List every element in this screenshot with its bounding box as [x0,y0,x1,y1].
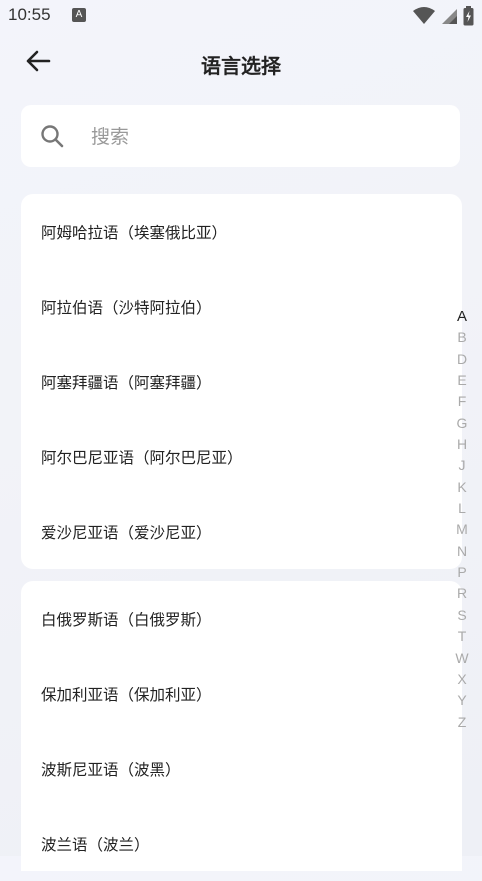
index-letter-k[interactable]: K [457,477,466,498]
language-item[interactable]: 阿姆哈拉语（埃塞俄比亚） [21,194,462,269]
language-group-b: 白俄罗斯语（白俄罗斯） 保加利亚语（保加利亚） 波斯尼亚语（波黑） 波兰语（波兰… [21,581,462,871]
language-item[interactable]: 保加利亚语（保加利亚） [21,656,462,731]
language-item[interactable]: 阿塞拜疆语（阿塞拜疆） [21,344,462,419]
index-letter-t[interactable]: T [458,626,467,647]
language-item[interactable]: 阿尔巴尼亚语（阿尔巴尼亚） [21,419,462,494]
status-time: 10:55 [8,5,51,24]
wifi-icon [413,7,435,25]
status-bar: 10:55 A [0,0,482,32]
index-letter-w[interactable]: W [455,648,468,669]
index-letter-g[interactable]: G [457,413,468,434]
index-letter-l[interactable]: L [458,498,466,519]
index-letter-b[interactable]: B [457,327,466,348]
search-box[interactable] [21,105,460,167]
index-letter-n[interactable]: N [457,541,467,562]
index-letter-a[interactable]: A [457,306,467,327]
system-icons [413,6,474,26]
index-letter-m[interactable]: M [456,519,468,540]
language-item[interactable]: 白俄罗斯语（白俄罗斯） [21,581,462,656]
alphabet-index: ABDEFGHJKLMNPRSTWXYZ [450,306,474,733]
language-group-a: 阿姆哈拉语（埃塞俄比亚） 阿拉伯语（沙特阿拉伯） 阿塞拜疆语（阿塞拜疆） 阿尔巴… [21,194,462,569]
search-input[interactable] [89,120,433,154]
language-item[interactable]: 爱沙尼亚语（爱沙尼亚） [21,494,462,569]
language-item[interactable]: 波斯尼亚语（波黑） [21,731,462,806]
index-letter-s[interactable]: S [457,605,466,626]
header: 语言选择 [0,40,482,86]
index-letter-x[interactable]: X [457,669,466,690]
battery-icon [463,6,474,26]
notification-icon: A [72,8,86,22]
index-letter-e[interactable]: E [457,370,466,391]
language-item[interactable]: 阿拉伯语（沙特阿拉伯） [21,269,462,344]
page-title: 语言选择 [201,54,281,78]
search-icon [40,124,66,154]
index-letter-h[interactable]: H [457,434,467,455]
index-letter-p[interactable]: P [457,562,466,583]
index-letter-y[interactable]: Y [457,690,466,711]
index-letter-d[interactable]: D [457,349,467,370]
signal-icon [441,7,457,25]
index-letter-j[interactable]: J [459,455,466,476]
language-item[interactable]: 波兰语（波兰） [21,806,462,881]
index-letter-f[interactable]: F [458,391,467,412]
index-letter-r[interactable]: R [457,583,467,604]
index-letter-z[interactable]: Z [458,712,467,733]
